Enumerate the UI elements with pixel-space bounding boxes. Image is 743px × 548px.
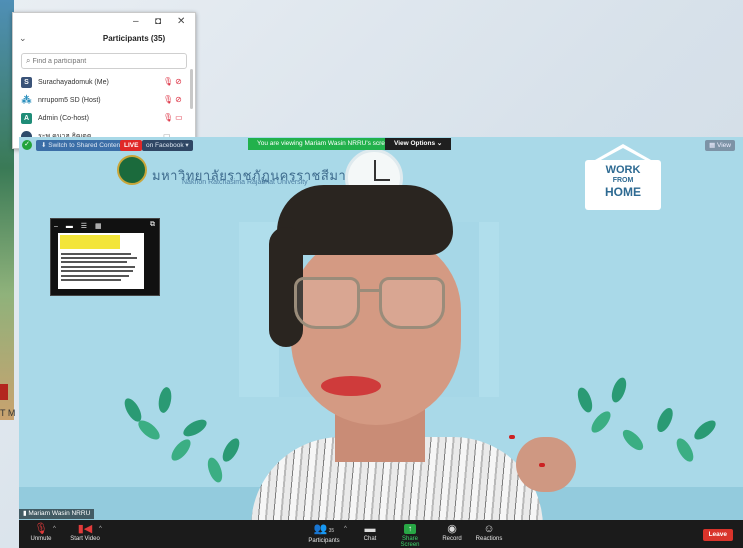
avatar-logo-icon: ⁂ [21, 94, 32, 106]
participant-row[interactable]: S Surachayadomuk (Me) 🎙︎⊘ [13, 73, 195, 91]
thumbnail-toolbar[interactable]: – ▬ ☰ ▦ [54, 222, 105, 230]
avatar: S [21, 76, 32, 88]
work-from-home-logo: WORK FROM HOME [585, 144, 661, 214]
reactions-icon: ☺ [483, 523, 495, 535]
participant-name: Admin (Co-host) [38, 114, 89, 122]
mic-muted-icon: 🎙︎ [34, 523, 48, 535]
search-input[interactable] [32, 57, 173, 65]
search-icon: ⌕ [26, 56, 31, 65]
participant-search[interactable]: ⌕ [21, 53, 187, 69]
background-partial-text: T M [0, 408, 16, 418]
speaker-hair [277, 185, 453, 255]
avatar: A [21, 112, 32, 124]
live-badge[interactable]: LIVE [120, 140, 143, 151]
background-red-button [0, 384, 8, 400]
unmute-button[interactable]: 🎙︎ Unmute [27, 523, 55, 542]
security-shield-icon[interactable]: ✓ [22, 140, 32, 150]
minimize-icon[interactable]: – [133, 16, 139, 27]
share-screen-button[interactable]: ↑ Share Screen [392, 523, 428, 548]
wfh-text: WORK [605, 164, 641, 176]
participant-name: nrrupom5 SD (Host) [38, 96, 101, 104]
glasses [294, 277, 360, 329]
speaker-face [291, 235, 461, 425]
zoom-meeting-window: มหาวิทยาลัยราชภัฏนครราชสีมา Nakhon Ratch… [19, 137, 743, 548]
share-screen-icon: ↑ [404, 524, 416, 534]
switch-to-shared-content-button[interactable]: ⬇ Switch to Shared Content [36, 140, 127, 151]
record-button[interactable]: ◉ Record [439, 523, 465, 542]
university-logo [117, 155, 147, 185]
caret-up-icon[interactable]: ^ [53, 526, 56, 532]
speaker-name-tag: ▮ Mariam Wasin NRRU [19, 509, 95, 519]
panel-scrollbar[interactable] [190, 69, 193, 109]
leave-button[interactable]: Leave [702, 529, 733, 541]
mic-muted-icon[interactable]: 🎙︎⊘ [163, 95, 184, 104]
participant-name: Surachayadomuk (Me) [38, 78, 109, 86]
participants-panel: – ◘ ✕ ⌄ Participants (35) ⌕ S Surachayad… [12, 12, 196, 149]
chat-icon: ▬ [364, 523, 376, 535]
chat-button[interactable]: ▬ Chat [357, 523, 383, 542]
meeting-toolbar: 🎙︎ Unmute ^ ▮◀ Start Video ^ 👥35 Partici… [19, 520, 743, 548]
viewing-screen-banner: You are viewing Mariam Wasin NRRU's scre… [248, 138, 402, 150]
participants-title: Participants (35) [102, 34, 166, 43]
reactions-button[interactable]: ☺ Reactions [474, 523, 504, 542]
panel-titlebar: – ◘ ✕ [13, 13, 195, 33]
mic-muted-icon[interactable]: 🎙︎⊘ [163, 77, 184, 86]
mic-muted-icon[interactable]: 🎙︎▭ [163, 113, 185, 122]
live-on-facebook-button[interactable]: on Facebook ▾ [142, 140, 193, 151]
close-icon[interactable]: ✕ [177, 16, 185, 27]
university-name-english: Nakhon Ratchasima Rajabhat University [182, 179, 308, 186]
speaker-lips [321, 376, 381, 396]
participant-row[interactable]: A Admin (Co-host) 🎙︎▭ [13, 109, 195, 127]
shared-document [58, 233, 144, 289]
participant-row[interactable]: ⁂ nrrupom5 SD (Host) 🎙︎⊘ [13, 91, 195, 109]
thumbnail-expand-icon[interactable]: ⧉ [150, 221, 155, 229]
wfh-text: FROM [612, 177, 634, 184]
panel-header: ⌄ Participants (35) [13, 33, 195, 49]
speaker-hand [516, 437, 576, 492]
participants-icon: 👥35 [313, 523, 335, 535]
caret-up-icon[interactable]: ^ [344, 526, 347, 532]
wfh-text: HOME [605, 185, 641, 199]
record-icon: ◉ [447, 523, 457, 535]
view-button[interactable]: ▦ View [705, 140, 735, 151]
caret-up-icon[interactable]: ^ [99, 526, 102, 532]
grid-icon: ▦ [709, 142, 718, 149]
view-options-button[interactable]: View Options ⌄ [385, 138, 452, 150]
meeting-top-bar: ✓ ⬇ Switch to Shared Content LIVE on Fac… [19, 137, 743, 153]
participants-button[interactable]: 👥35 Participants [302, 523, 346, 544]
shared-screen-thumbnail[interactable]: – ▬ ☰ ▦ ⧉ [50, 218, 160, 296]
restore-icon[interactable]: ◘ [155, 16, 161, 27]
